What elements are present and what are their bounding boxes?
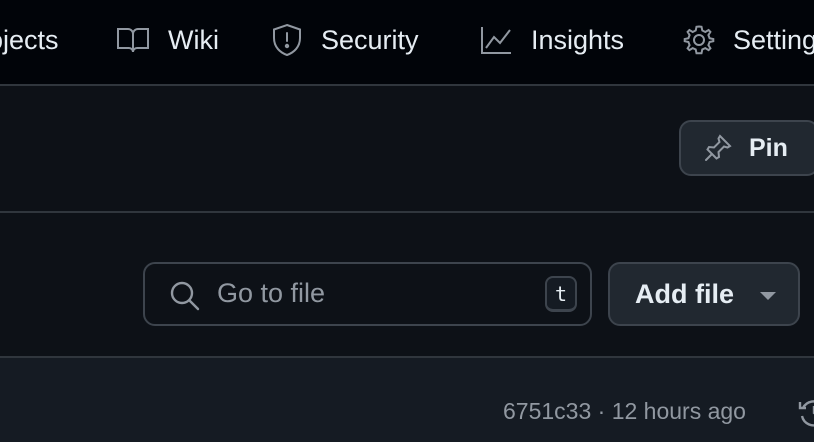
nav-item-security[interactable]: Security — [271, 0, 419, 80]
shield-icon — [271, 23, 303, 57]
repo-header: Pin — [0, 86, 814, 213]
nav-item-label: ojects — [0, 24, 59, 55]
add-file-button[interactable]: Add file — [608, 262, 800, 326]
pin-button-label: Pin — [749, 133, 788, 162]
nav-item-wiki[interactable]: Wiki — [116, 0, 219, 80]
gear-icon — [683, 24, 715, 56]
latest-commit-bar: 6751c33 · 12 hours ago — [0, 358, 814, 442]
file-toolbar: Go to file t Add file — [0, 213, 814, 358]
search-placeholder: Go to file — [217, 278, 326, 308]
history-icon[interactable] — [797, 396, 814, 435]
nav-item-label: Security — [321, 24, 419, 55]
pin-button[interactable]: Pin — [679, 120, 814, 176]
nav-item-label: Insights — [531, 24, 625, 55]
commit-meta: 6751c33 · 12 hours ago — [503, 398, 746, 425]
separator: · — [597, 398, 606, 424]
nav-item-insights[interactable]: Insights — [479, 0, 624, 80]
add-file-label: Add file — [635, 278, 734, 309]
nav-item-projects[interactable]: ojects — [0, 0, 59, 80]
go-to-file-input[interactable]: Go to file t — [143, 262, 592, 326]
pin-icon — [703, 133, 749, 163]
book-icon — [116, 25, 150, 55]
nav-item-label: Settings — [733, 24, 814, 55]
commit-sha-link[interactable]: 6751c33 — [503, 398, 591, 424]
graph-icon — [479, 25, 513, 55]
keyboard-shortcut-badge: t — [545, 276, 577, 312]
repo-nav: ojects Wiki Security Insights — [0, 0, 814, 86]
commit-time: 12 hours ago — [611, 398, 746, 424]
chevron-down-icon — [760, 292, 776, 300]
nav-item-settings[interactable]: Settings — [683, 0, 814, 80]
nav-item-label: Wiki — [168, 24, 219, 55]
search-icon — [169, 280, 201, 317]
